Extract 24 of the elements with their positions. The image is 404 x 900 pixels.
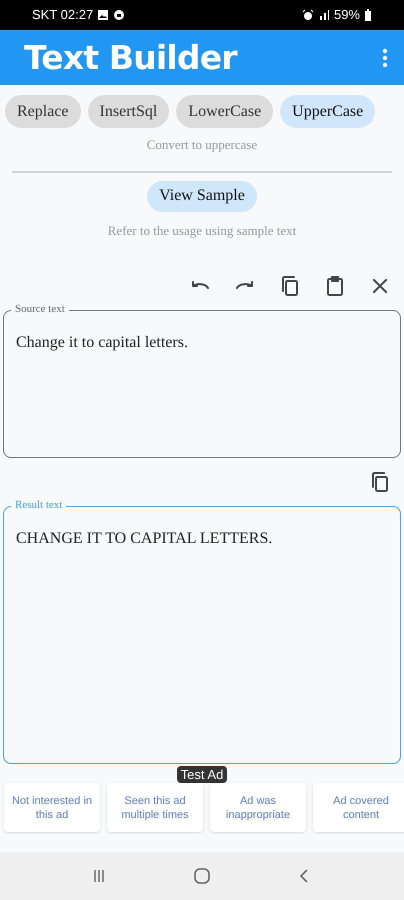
chip-description: Convert to uppercase (146, 136, 258, 154)
filter-chip[interactable]: UpperCase (280, 95, 376, 128)
lock-icon (113, 9, 126, 21)
field-text: CHANGE IT TO CAPITAL LETTERS. (16, 529, 274, 549)
filter-chip[interactable]: Replace (5, 95, 81, 128)
app-title: Text Builder (24, 36, 237, 79)
ad-badge: Test Ad (176, 766, 228, 783)
signal-icon (318, 9, 330, 21)
ad-feedback-button[interactable]: Ad was inappropriate (210, 783, 306, 832)
field-text: Change it to capital letters. (16, 333, 189, 353)
home-icon[interactable] (192, 866, 212, 886)
filter-chip[interactable]: LowerCase (176, 95, 274, 128)
ad-feedback-button[interactable]: Seen this ad multiple times (107, 783, 203, 832)
ad-feedback-button[interactable]: Ad covered content (313, 783, 404, 832)
alarm-icon (302, 9, 314, 21)
battery-icon (364, 9, 372, 21)
filter-chip[interactable]: InsertSql (88, 95, 170, 128)
image-icon (97, 9, 110, 21)
view-sample-button[interactable]: View Sample (147, 180, 257, 212)
status-time: SKT 02:27 (32, 6, 94, 24)
more-menu-icon[interactable] (382, 48, 388, 68)
sample-hint: Refer to the usage using sample text (106, 222, 298, 240)
battery-percent: 59% (334, 6, 360, 24)
ad-feedback-button[interactable]: Not interested in this ad (4, 783, 100, 832)
